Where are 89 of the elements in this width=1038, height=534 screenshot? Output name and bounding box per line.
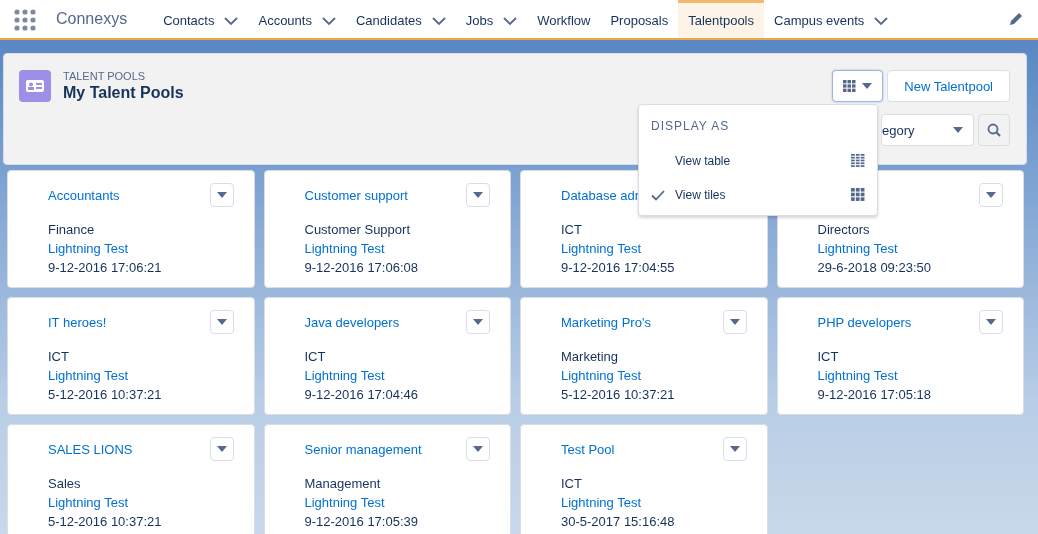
search-icon [987, 123, 1001, 137]
caret-icon [729, 446, 740, 452]
nav-tab[interactable]: Candidates [345, 0, 456, 38]
pool-category: ICT [48, 348, 70, 366]
pool-category: Sales [48, 475, 82, 493]
pool-category: Customer Support [304, 221, 411, 239]
pool-category: ICT [817, 348, 840, 366]
caret-icon [953, 127, 963, 133]
pool-date: 30-5-2017 15:16:48 [561, 513, 676, 531]
pool-category: ICT [561, 221, 583, 239]
menu-heading: DISPLAY AS [651, 119, 731, 133]
caret-icon [473, 192, 483, 198]
caret-icon [986, 192, 996, 198]
pool-name-link[interactable]: Marketing Pro's [561, 313, 767, 332]
owner-link[interactable]: Lightning Test [817, 366, 1023, 385]
pool-category: Marketing [561, 348, 620, 366]
caret-icon [216, 446, 227, 452]
owner-link[interactable]: Lightning Test [561, 239, 767, 258]
tile-menu-button[interactable] [466, 310, 490, 334]
pool-date: 9-12-2016 17:05:39 [304, 513, 419, 531]
pool-name-link[interactable]: IT heroes! [48, 313, 254, 332]
caret-icon [862, 83, 873, 89]
pool-category: ICT [561, 475, 583, 493]
pool-category: Directors [817, 221, 871, 239]
tile-menu-button[interactable] [466, 437, 490, 461]
page-title: My Talent Pools [63, 83, 184, 103]
nav-tab[interactable]: Jobs [455, 0, 528, 38]
nav-tab[interactable]: Accounts [248, 0, 346, 38]
owner-link[interactable]: Lightning Test [48, 493, 254, 512]
table-icon [851, 154, 865, 168]
app-name: Connexys [56, 10, 128, 28]
pool-category: Finance [48, 221, 96, 239]
owner-link[interactable]: Lightning Test [561, 493, 767, 512]
owner-link[interactable]: Lightning Test [817, 239, 1023, 258]
owner-link[interactable]: Lightning Test [304, 493, 510, 512]
caret-icon [473, 446, 483, 452]
pool-name-link[interactable]: Accountants [48, 186, 254, 205]
owner-link[interactable]: Lightning Test [304, 366, 510, 385]
owner-link[interactable]: Lightning Test [48, 239, 254, 258]
caret-icon [986, 319, 996, 325]
new-talentpool-button[interactable]: New Talentpool [887, 70, 1010, 102]
tile-menu-button[interactable] [209, 437, 234, 461]
tile-menu-button[interactable] [979, 183, 1003, 207]
pool-name-link[interactable]: SALES LIONS [48, 440, 254, 459]
tile-menu-button[interactable] [722, 310, 747, 334]
nav-tab[interactable]: Talentpools [678, 0, 764, 38]
pool-category: Management [304, 475, 382, 493]
pool-name-link[interactable]: Test Pool [561, 440, 767, 459]
tile-menu-button[interactable] [209, 310, 234, 334]
nav-tab[interactable]: Campus events [764, 0, 899, 38]
pool-date: 29-6-2018 09:23:50 [817, 259, 932, 277]
pool-date: 9-12-2016 17:06:08 [304, 259, 419, 277]
owner-link[interactable]: Lightning Test [48, 366, 254, 385]
display-toggle-button[interactable] [832, 70, 884, 102]
tile-menu-button[interactable] [979, 310, 1003, 334]
grid-icon [843, 79, 857, 93]
pool-category: ICT [304, 348, 327, 366]
caret-icon [216, 319, 227, 325]
pool-name-link[interactable]: Senior management [304, 440, 510, 459]
nav-tab[interactable]: Proposals [600, 0, 679, 38]
pool-name-link[interactable]: Customer support [304, 186, 510, 205]
pool-date: 5-12-2016 10:37:21 [48, 386, 163, 404]
pool-date: 9-12-2016 17:05:18 [817, 386, 932, 404]
pool-date: 9-12-2016 17:06:21 [48, 259, 163, 277]
owner-link[interactable]: Lightning Test [304, 239, 510, 258]
pencil-icon[interactable] [1008, 11, 1024, 27]
grid-icon [851, 188, 865, 202]
pool-date: 9-12-2016 17:04:55 [561, 259, 676, 277]
caret-icon [473, 319, 483, 325]
tile-menu-button[interactable] [209, 183, 234, 207]
owner-link[interactable]: Lightning Test [561, 366, 767, 385]
search-button[interactable] [978, 114, 1010, 146]
tile-menu-button[interactable] [722, 437, 747, 461]
category-select[interactable]: egory [881, 114, 974, 146]
pool-date: 5-12-2016 10:37:21 [48, 513, 163, 531]
caret-icon [216, 192, 227, 198]
menu-item[interactable]: View table [651, 144, 865, 178]
app-launcher-icon[interactable] [14, 9, 36, 31]
contact-card-icon [19, 70, 51, 102]
nav-tab[interactable]: Workflow [527, 0, 601, 38]
pool-name-link[interactable]: PHP developers [817, 313, 1023, 332]
tile-menu-button[interactable] [466, 183, 490, 207]
caret-icon [729, 319, 740, 325]
nav-tab[interactable]: Contacts [153, 0, 249, 38]
pool-name-link[interactable]: Java developers [304, 313, 510, 332]
pool-date: 9-12-2016 17:04:46 [304, 386, 419, 404]
pool-date: 5-12-2016 10:37:21 [561, 386, 676, 404]
menu-item[interactable]: View tiles [651, 178, 865, 212]
object-label: TALENT POOLS [63, 70, 147, 83]
